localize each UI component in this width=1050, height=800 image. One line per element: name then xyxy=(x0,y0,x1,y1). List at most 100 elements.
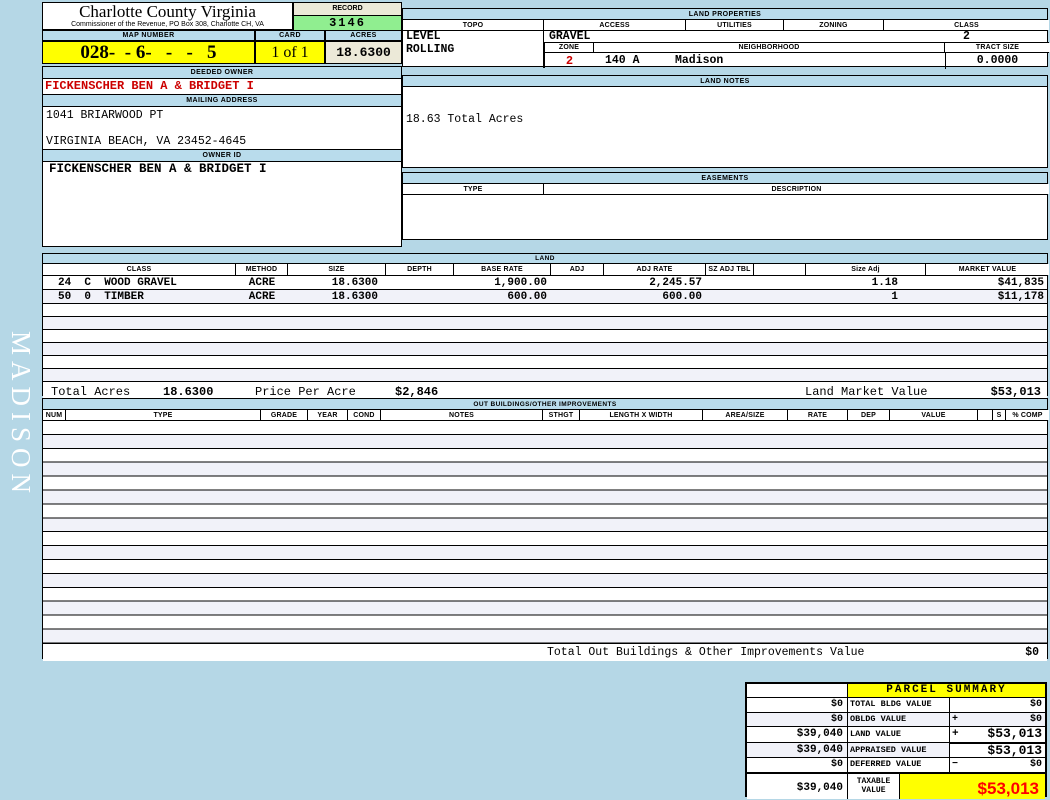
zone-label: ZONE xyxy=(545,43,594,52)
summary-label-deferred: DEFERRED VALUE xyxy=(848,758,950,772)
land-table-title: LAND xyxy=(43,254,1047,264)
ob-col-type: TYPE xyxy=(66,410,261,420)
land-row-1-size-adj: 1.18 xyxy=(871,276,898,289)
land-empty-rows xyxy=(43,304,1047,381)
outbuildings-title: OUT BUILDINGS/OTHER IMPROVEMENTS xyxy=(43,399,1047,410)
ob-col-pct-comp: % COMP xyxy=(1006,410,1049,420)
total-acres-value: 18.6300 xyxy=(163,385,214,399)
land-row-1-class: 24 C WOOD GRAVEL xyxy=(58,276,177,289)
card-label: CARD xyxy=(255,30,325,41)
county-subtitle: Commissioner of the Revenue, PO Box 308,… xyxy=(71,21,264,28)
summary-value-obldg: $0 xyxy=(1029,713,1042,725)
outbuildings-total-value: $0 xyxy=(1025,646,1039,659)
summary-row-appraised: $39,040 APPRAISED VALUE $53,013 xyxy=(747,742,1045,758)
ob-col-value: VALUE xyxy=(890,410,978,420)
address-line2: VIRGINIA BEACH, VA 23452-4645 xyxy=(46,135,247,148)
acres-value: 18.6300 xyxy=(325,41,402,64)
land-col-size-adj: Size Adj xyxy=(806,264,926,275)
summary-label-appraised: APPRAISED VALUE xyxy=(848,742,950,757)
class-label: CLASS xyxy=(884,20,1049,30)
land-row-1-adj-rate: 2,245.57 xyxy=(649,276,702,289)
land-col-method: METHOD xyxy=(236,264,288,275)
land-row-2: 50 0 TIMBER ACRE 18.6300 600.00 600.00 1… xyxy=(43,290,1047,304)
ob-col-notes: NOTES xyxy=(381,410,543,420)
land-col-depth: DEPTH xyxy=(386,264,454,275)
summary-left-land: $39,040 xyxy=(747,727,848,742)
ob-col-cond: COND xyxy=(348,410,381,420)
summary-left-deferred: $0 xyxy=(747,758,848,772)
tract-size-value: 0.0000 xyxy=(976,54,1019,67)
land-properties-block: LAND PROPERTIES TOPO ACCESS UTILITIES ZO… xyxy=(402,8,1050,69)
land-row-2-method: ACRE xyxy=(248,290,276,303)
record-value: 3146 xyxy=(294,16,401,30)
record-label: RECORD xyxy=(294,3,401,16)
land-row-2-size: 18.6300 xyxy=(331,290,378,303)
summary-label-land: LAND VALUE xyxy=(848,727,950,742)
summary-op-deferred: − xyxy=(952,759,959,770)
zone-value: 2 xyxy=(565,54,574,68)
summary-value-total-bldg: $0 xyxy=(1029,699,1042,710)
neighborhood-label: NEIGHBORHOOD xyxy=(594,43,945,52)
land-row-2-market-value: $11,178 xyxy=(997,290,1044,303)
parcel-summary: PARCEL SUMMARY $0 TOTAL BLDG VALUE $0 $0… xyxy=(745,682,1047,799)
ob-col-s: S xyxy=(993,410,1006,420)
land-col-market-value: MARKET VALUE xyxy=(926,264,1049,275)
tract-size-label: TRACT SIZE xyxy=(945,43,1050,52)
map-number-value: 028- - 6- - - 5 xyxy=(42,41,255,64)
land-row-2-class: 50 0 TIMBER xyxy=(58,290,144,303)
land-properties-title: LAND PROPERTIES xyxy=(403,9,1047,20)
county-title: Charlotte County Virginia xyxy=(79,2,256,21)
owner-id-label: OWNER ID xyxy=(43,150,401,162)
land-row-1-base-rate: 1,900.00 xyxy=(494,276,547,289)
land-col-base-rate: BASE RATE xyxy=(454,264,551,275)
land-notes-block: LAND NOTES 18.63 Total Acres xyxy=(402,75,1048,168)
price-per-acre-value: $2,846 xyxy=(395,385,439,399)
topo-value-2: ROLLING xyxy=(406,43,455,56)
map-number-label: MAP NUMBER xyxy=(42,30,255,41)
ob-col-area-size: AREA/SIZE xyxy=(703,410,788,420)
ob-col-dep: DEP xyxy=(848,410,890,420)
land-row-2-adj-rate: 600.00 xyxy=(662,290,702,303)
land-row-2-base-rate: 600.00 xyxy=(507,290,547,303)
summary-value-deferred: $0 xyxy=(1029,759,1042,770)
acres-label: ACRES xyxy=(325,30,402,41)
ob-col-sthgt: STHGT xyxy=(543,410,580,420)
land-col-class: CLASS xyxy=(43,264,236,275)
parcel-record-card: MADISON Charlotte County Virginia Commis… xyxy=(0,0,1050,800)
summary-label-obldg: OBLDG VALUE xyxy=(848,712,950,726)
address-line1: 1041 BRIARWOOD PT xyxy=(46,109,164,122)
neighborhood-code: 140 A xyxy=(605,54,640,67)
owner-id-value: FICKENSCHER BEN A & BRIDGET I xyxy=(49,162,267,176)
county-header: Charlotte County Virginia Commissioner o… xyxy=(42,2,293,30)
land-row-1-method: ACRE xyxy=(248,276,276,289)
ob-col-length-x-width: LENGTH X WIDTH xyxy=(580,410,703,420)
price-per-acre-label: Price Per Acre xyxy=(255,385,356,399)
zoning-label: ZONING xyxy=(784,20,884,30)
easements-title: EASEMENTS xyxy=(403,173,1047,184)
owner-block: DEEDED OWNER FICKENSCHER BEN A & BRIDGET… xyxy=(42,66,402,247)
parcel-summary-title: PARCEL SUMMARY xyxy=(848,684,1045,697)
easement-type-label: TYPE xyxy=(403,184,544,194)
land-row-2-size-adj: 1 xyxy=(891,290,898,303)
outbuildings-empty-rows xyxy=(43,421,1047,643)
summary-value-taxable: $53,013 xyxy=(900,773,1045,799)
summary-row-obldg: $0 OBLDG VALUE + $0 xyxy=(747,712,1045,727)
land-market-value-label: Land Market Value xyxy=(805,385,928,399)
land-notes-title: LAND NOTES xyxy=(403,76,1047,87)
summary-row-taxable: $39,040 TAXABLE VALUE $53,013 xyxy=(747,773,1045,799)
outbuildings-total-row: Total Out Buildings & Other Improvements… xyxy=(43,643,1047,661)
land-col-size: SIZE xyxy=(288,264,386,275)
outbuildings-table: OUT BUILDINGS/OTHER IMPROVEMENTS NUM TYP… xyxy=(42,398,1049,661)
summary-label-total-bldg: TOTAL BLDG VALUE xyxy=(848,698,950,712)
access-label: ACCESS xyxy=(544,20,686,30)
land-row-1: 24 C WOOD GRAVEL ACRE 18.6300 1,900.00 2… xyxy=(43,276,1047,290)
topo-value-1: LEVEL xyxy=(406,30,441,43)
deeded-owner-value: FICKENSCHER BEN A & BRIDGET I xyxy=(43,79,401,95)
card-value: 1 of 1 xyxy=(255,41,325,64)
land-market-value: $53,013 xyxy=(990,385,1041,399)
land-col-adj-rate: ADJ RATE xyxy=(604,264,706,275)
summary-row-land: $39,040 LAND VALUE + $53,013 xyxy=(747,727,1045,743)
deeded-owner-label: DEEDED OWNER xyxy=(43,67,401,79)
summary-op-land: + xyxy=(952,728,959,740)
land-row-1-market-value: $41,835 xyxy=(997,276,1044,289)
